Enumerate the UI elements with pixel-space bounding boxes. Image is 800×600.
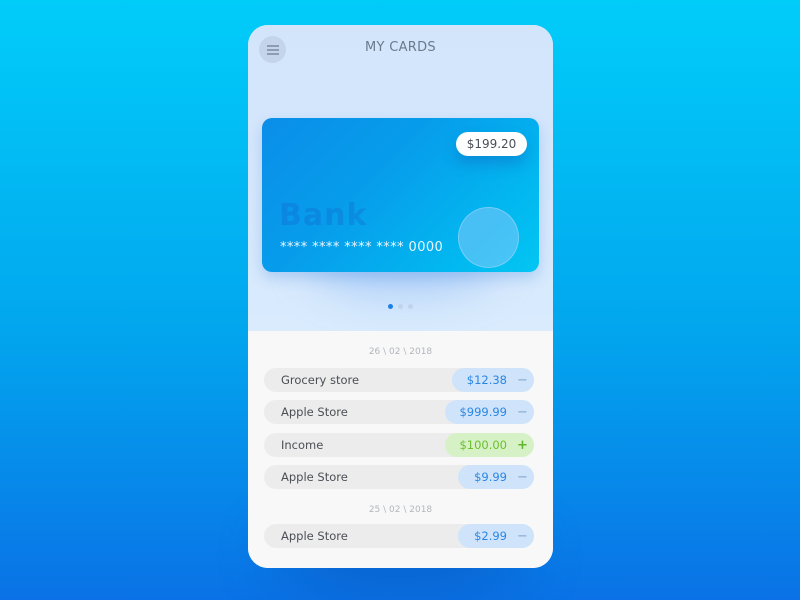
date-header: 25 \ 02 \ 2018 bbox=[368, 505, 433, 515]
transaction-amount: $2.99 bbox=[474, 529, 507, 543]
amount-pill: $2.99 − bbox=[458, 524, 534, 548]
transaction-name: Apple Store bbox=[281, 405, 348, 419]
date-header: 26 \ 02 \ 2018 bbox=[368, 347, 433, 357]
transactions-list: 26 \ 02 \ 2018 Grocery store $12.38 − Ap… bbox=[248, 331, 553, 568]
transaction-amount: $100.00 bbox=[459, 438, 507, 452]
minus-icon: − bbox=[517, 372, 528, 388]
amount-pill: $999.99 − bbox=[445, 400, 534, 424]
transaction-row[interactable]: Apple Store $9.99 − bbox=[264, 465, 534, 489]
minus-icon: − bbox=[517, 469, 528, 485]
phone-screen: MY CARDS $199.20 Bank **** **** **** ***… bbox=[248, 25, 553, 568]
amount-pill: $100.00 + bbox=[445, 433, 534, 457]
transaction-amount: $9.99 bbox=[474, 470, 507, 484]
card-pager bbox=[248, 304, 553, 309]
transaction-amount: $12.38 bbox=[466, 373, 507, 387]
pager-dot-3[interactable] bbox=[408, 304, 413, 309]
cards-section: MY CARDS $199.20 Bank **** **** **** ***… bbox=[248, 25, 553, 331]
transaction-name: Grocery store bbox=[281, 373, 360, 387]
amount-pill: $9.99 − bbox=[458, 465, 534, 489]
plus-icon: + bbox=[517, 437, 528, 453]
transaction-row[interactable]: Apple Store $2.99 − bbox=[264, 524, 534, 548]
minus-icon: − bbox=[517, 528, 528, 544]
card-number: **** **** **** **** 0000 bbox=[280, 240, 444, 255]
transaction-row[interactable]: Apple Store $999.99 − bbox=[264, 400, 534, 424]
bank-name: Bank bbox=[279, 198, 368, 233]
bank-card[interactable]: $199.20 Bank **** **** **** **** 0000 bbox=[262, 118, 539, 272]
transaction-name: Income bbox=[281, 438, 324, 452]
card-circle-icon bbox=[458, 207, 519, 268]
transaction-row[interactable]: Income $100.00 + bbox=[264, 433, 534, 457]
pager-dot-1[interactable] bbox=[388, 304, 393, 309]
pager-dot-2[interactable] bbox=[398, 304, 403, 309]
minus-icon: − bbox=[517, 404, 528, 420]
page-title: MY CARDS bbox=[365, 40, 436, 55]
transaction-row[interactable]: Grocery store $12.38 − bbox=[264, 368, 534, 392]
card-balance-badge: $199.20 bbox=[456, 132, 527, 156]
transaction-name: Apple Store bbox=[281, 470, 348, 484]
transaction-name: Apple Store bbox=[281, 529, 348, 543]
transaction-amount: $999.99 bbox=[459, 405, 507, 419]
amount-pill: $12.38 − bbox=[452, 368, 534, 392]
